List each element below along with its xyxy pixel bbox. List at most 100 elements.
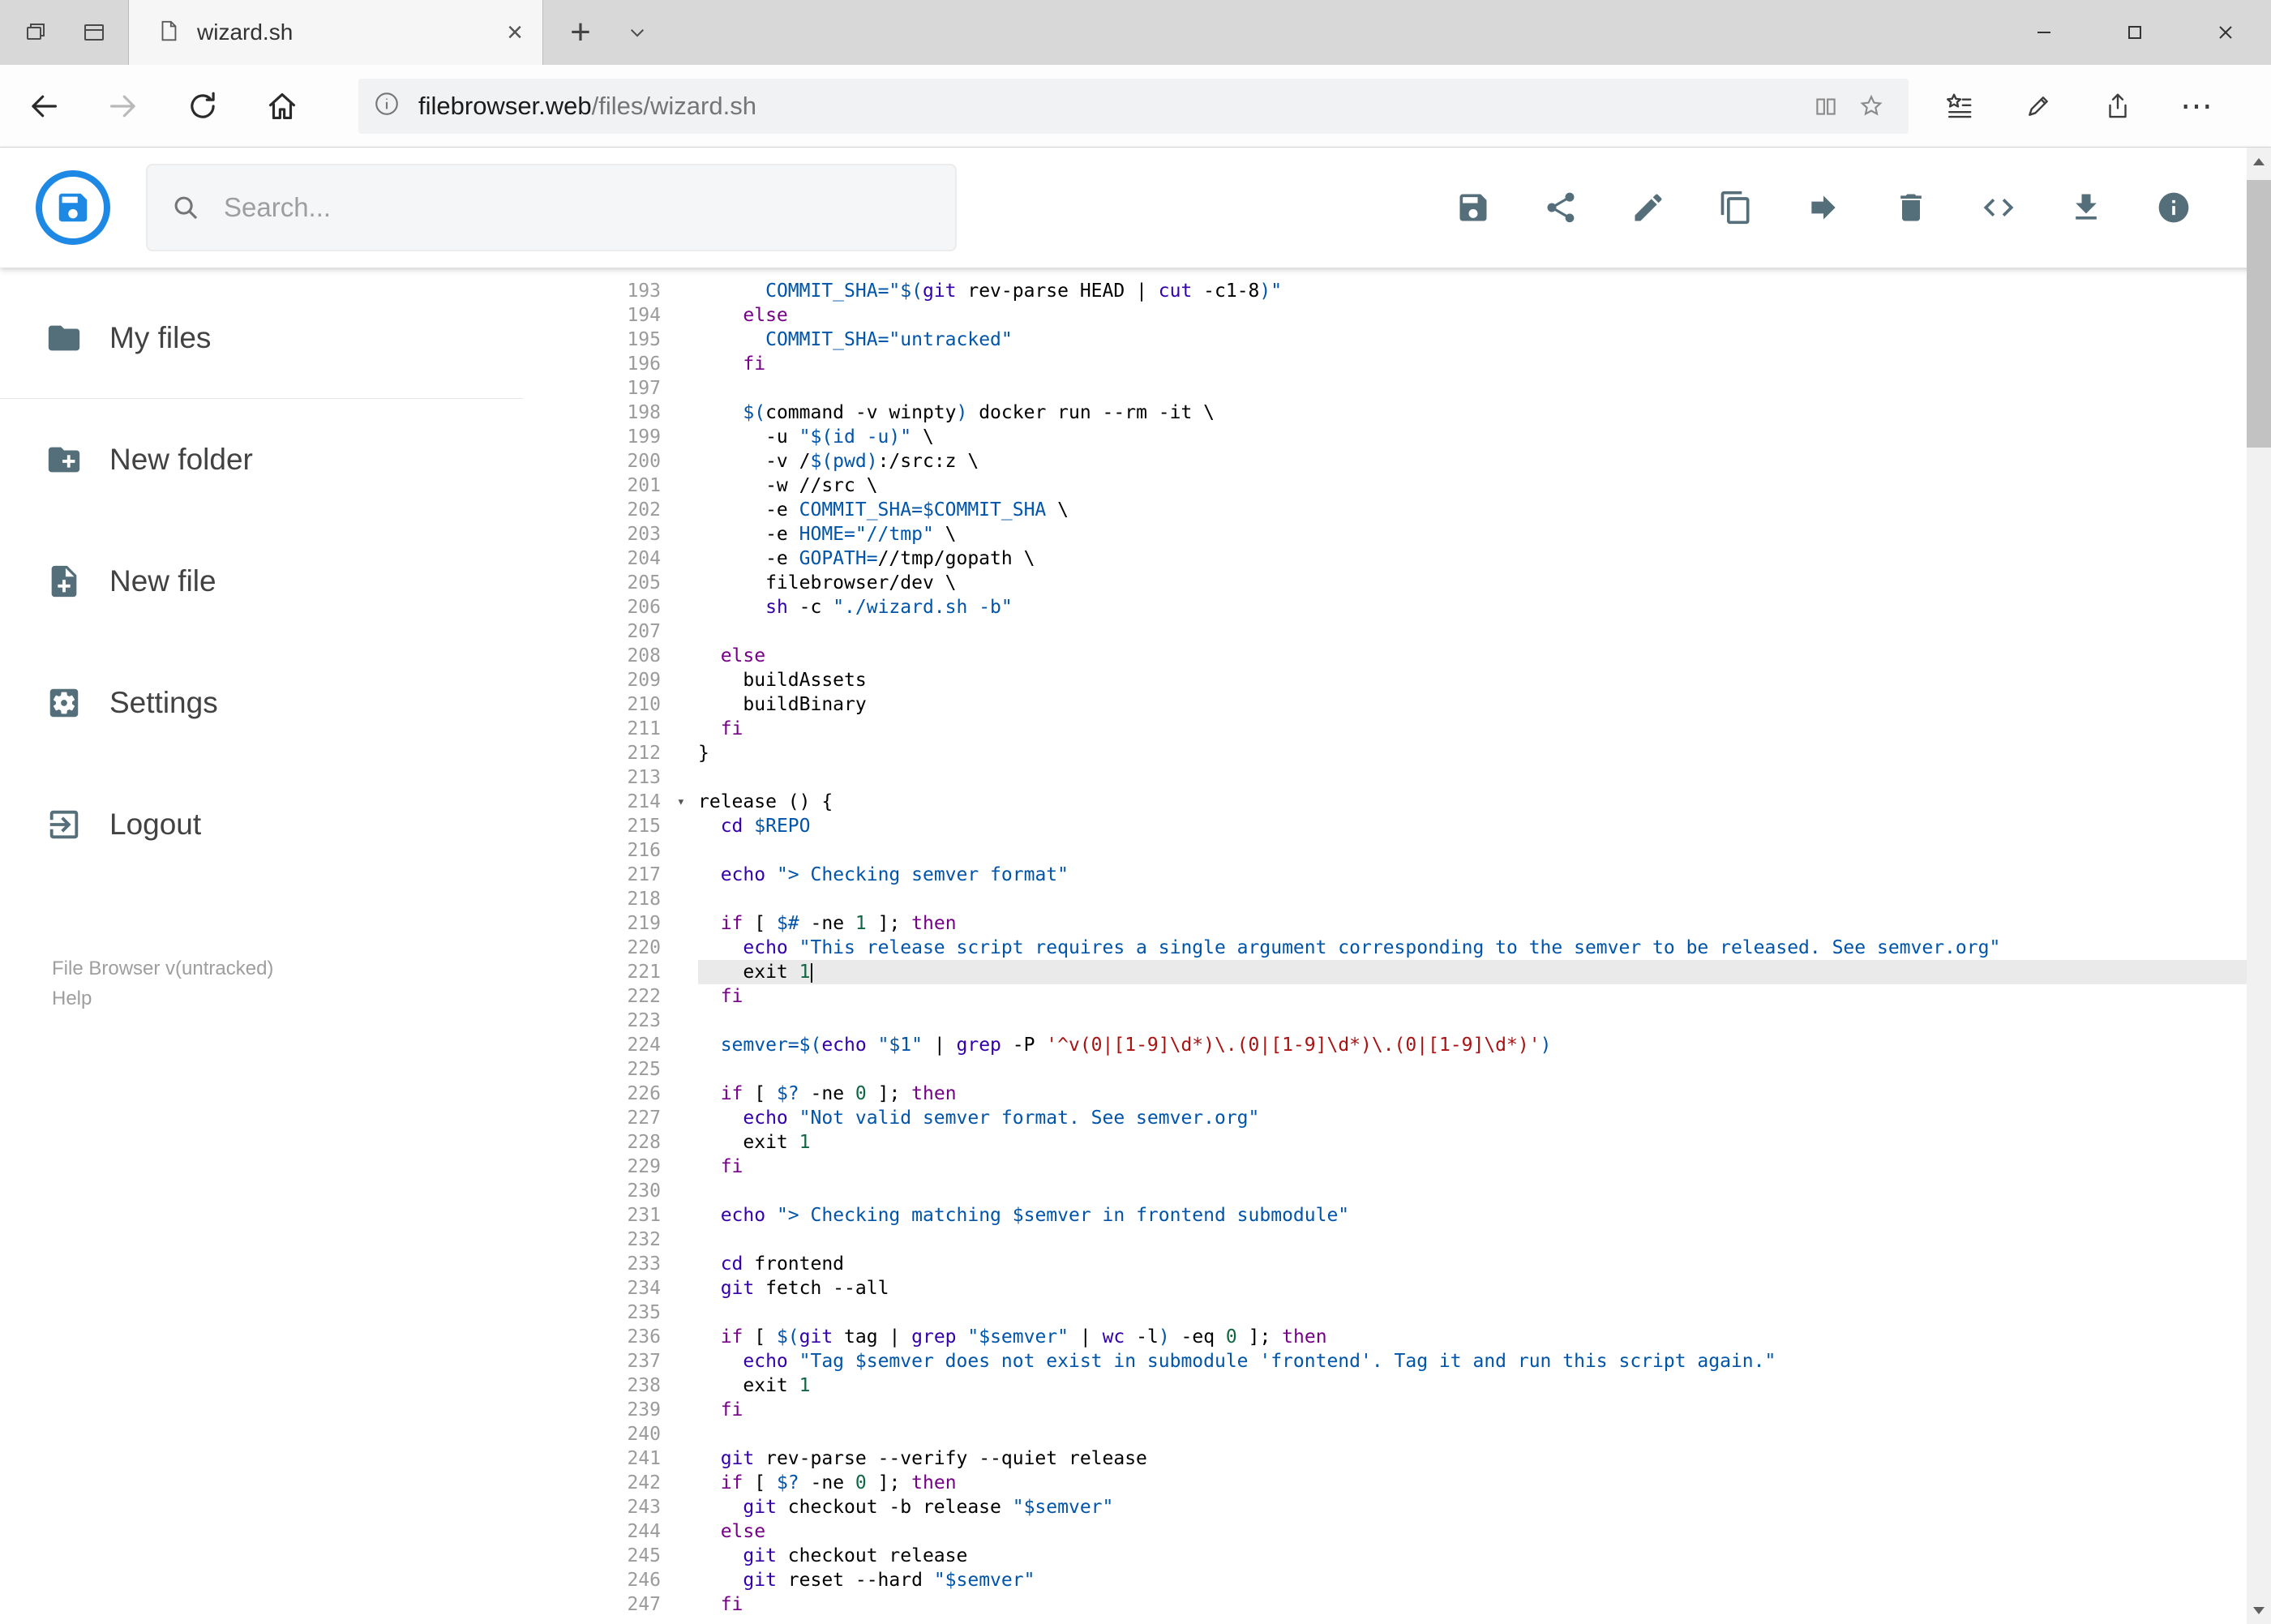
code-line[interactable]: 224 semver=$(echo "$1" | grep -P '^v(0|[… (523, 1033, 2271, 1057)
code-line[interactable]: 237 echo "Tag $semver does not exist in … (523, 1349, 2271, 1373)
tabs-aside-icon[interactable] (13, 0, 58, 65)
code-line[interactable]: 234 git fetch --all (523, 1276, 2271, 1300)
sidebar-item-new-file[interactable]: New file (0, 521, 523, 642)
scroll-down-icon[interactable] (2247, 1596, 2271, 1624)
code-line[interactable]: 243 git checkout -b release "$semver" (523, 1495, 2271, 1519)
code-line[interactable]: 200 -v /$(pwd):/src:z \ (523, 449, 2271, 473)
code-line[interactable]: 239 fi (523, 1398, 2271, 1422)
code-line[interactable]: 220 echo "This release script requires a… (523, 936, 2271, 960)
toolbar-move-button[interactable] (1794, 178, 1853, 237)
favorites-hub-icon[interactable] (1930, 77, 1988, 135)
code-line[interactable]: 240 (523, 1422, 2271, 1446)
code-line[interactable]: 228 exit 1 (523, 1130, 2271, 1155)
code-line[interactable]: 195 COMMIT_SHA="untracked" (523, 328, 2271, 352)
code-line[interactable]: 199 -u "$(id -u)" \ (523, 425, 2271, 449)
toolbar-download-button[interactable] (2057, 178, 2115, 237)
reading-view-icon[interactable] (1803, 84, 1849, 129)
code-line[interactable]: 235 (523, 1300, 2271, 1325)
site-info-icon[interactable] (373, 90, 401, 122)
code-line[interactable]: 216 (523, 838, 2271, 863)
code-line[interactable]: 244 else (523, 1519, 2271, 1544)
code-line[interactable]: 233 cd frontend (523, 1252, 2271, 1276)
code-line[interactable]: 242 if [ $? -ne 0 ]; then (523, 1471, 2271, 1495)
code-line[interactable]: 211 fi (523, 717, 2271, 741)
tab-preview-icon[interactable] (71, 0, 117, 65)
code-line[interactable]: 222 fi (523, 984, 2271, 1009)
code-line[interactable]: 193 COMMIT_SHA="$(git rev-parse HEAD | c… (523, 279, 2271, 303)
code-line[interactable]: 217 echo "> Checking semver format" (523, 863, 2271, 887)
sidebar-item-logout[interactable]: Logout (0, 764, 523, 885)
code-line[interactable]: 226 if [ $? -ne 0 ]; then (523, 1082, 2271, 1106)
code-line[interactable]: 209 buildAssets (523, 668, 2271, 692)
code-line[interactable]: 247 fi (523, 1592, 2271, 1617)
forward-button[interactable] (97, 80, 149, 132)
sidebar-item-my-files[interactable]: My files (0, 277, 523, 399)
code-line[interactable]: 236 if [ $(git tag | grep "$semver" | wc… (523, 1325, 2271, 1349)
code-line[interactable]: 205 filebrowser/dev \ (523, 571, 2271, 595)
tab-list-chevron-icon[interactable] (615, 0, 660, 65)
fold-marker-icon[interactable]: ▾ (677, 790, 685, 814)
minimize-button[interactable] (1999, 0, 2089, 65)
new-tab-button[interactable]: + (558, 0, 603, 65)
code-line[interactable]: 215 cd $REPO (523, 814, 2271, 838)
toolbar-copy-button[interactable] (1707, 178, 1765, 237)
help-link[interactable]: Help (52, 983, 523, 1013)
tab-close-icon[interactable]: × (507, 19, 523, 46)
code-line[interactable]: 203 -e HOME="//tmp" \ (523, 522, 2271, 546)
toolbar-share-button[interactable] (1532, 178, 1590, 237)
code-line[interactable]: 212} (523, 741, 2271, 765)
code-line[interactable]: 227 echo "Not valid semver format. See s… (523, 1106, 2271, 1130)
sidebar-item-new-folder[interactable]: New folder (0, 399, 523, 521)
share-icon[interactable] (2089, 77, 2147, 135)
home-button[interactable] (256, 80, 308, 132)
code-line[interactable]: 230 (523, 1179, 2271, 1203)
line-number: 247 (627, 1594, 661, 1615)
maximize-button[interactable] (2089, 0, 2180, 65)
line-number: 205 (627, 572, 661, 593)
code-line[interactable]: 201 -w //src \ (523, 473, 2271, 498)
scroll-up-icon[interactable] (2247, 148, 2271, 175)
code-line[interactable]: 194 else (523, 303, 2271, 328)
scrollbar[interactable] (2247, 148, 2271, 1624)
code-line[interactable]: 245 git checkout release (523, 1544, 2271, 1568)
browser-tab[interactable]: wizard.sh × (128, 0, 543, 65)
code-line[interactable]: 198 $(command -v winpty) docker run --rm… (523, 401, 2271, 425)
ink-notes-icon[interactable] (2009, 77, 2067, 135)
code-line[interactable]: 213 (523, 765, 2271, 790)
refresh-button[interactable] (177, 80, 229, 132)
more-menu-icon[interactable]: ⋯ (2168, 77, 2226, 135)
code-line[interactable]: 231 echo "> Checking matching $semver in… (523, 1203, 2271, 1228)
search-input[interactable] (222, 191, 932, 224)
line-number: 218 (627, 889, 661, 910)
address-bar[interactable]: filebrowser.web/files/wizard.sh (358, 78, 1909, 134)
code-line[interactable]: 223 (523, 1009, 2271, 1033)
toolbar-rename-button[interactable] (1619, 178, 1678, 237)
code-line[interactable]: 218 (523, 887, 2271, 911)
code-line[interactable]: 207 (523, 619, 2271, 644)
toolbar-save-button[interactable] (1444, 178, 1502, 237)
code-line[interactable]: 221 exit 1 (523, 960, 2271, 984)
toolbar-delete-button[interactable] (1882, 178, 1940, 237)
toolbar-code-button[interactable] (1969, 178, 2028, 237)
code-line[interactable]: 241 git rev-parse --verify --quiet relea… (523, 1446, 2271, 1471)
code-line[interactable]: 197 (523, 376, 2271, 401)
sidebar-item-settings[interactable]: Settings (0, 642, 523, 764)
code-line[interactable]: 246 git reset --hard "$semver" (523, 1568, 2271, 1592)
code-line[interactable]: 238 exit 1 (523, 1373, 2271, 1398)
scroll-thumb[interactable] (2247, 180, 2271, 448)
code-line[interactable]: 204 -e GOPATH=//tmp/gopath \ (523, 546, 2271, 571)
code-line[interactable]: 229 fi (523, 1155, 2271, 1179)
back-button[interactable] (18, 80, 70, 132)
code-line[interactable]: 214 ▾ release () { (523, 790, 2271, 814)
code-line[interactable]: 206 sh -c "./wizard.sh -b" (523, 595, 2271, 619)
code-line[interactable]: 202 -e COMMIT_SHA=$COMMIT_SHA \ (523, 498, 2271, 522)
code-line[interactable]: 196 fi (523, 352, 2271, 376)
code-line[interactable]: 219 if [ $# -ne 1 ]; then (523, 911, 2271, 936)
code-line[interactable]: 208 else (523, 644, 2271, 668)
favorite-star-icon[interactable] (1849, 84, 1894, 129)
code-line[interactable]: 225 (523, 1057, 2271, 1082)
code-line[interactable]: 232 (523, 1228, 2271, 1252)
code-line[interactable]: 210 buildBinary (523, 692, 2271, 717)
toolbar-info-button[interactable] (2145, 178, 2203, 237)
close-button[interactable] (2180, 0, 2271, 65)
